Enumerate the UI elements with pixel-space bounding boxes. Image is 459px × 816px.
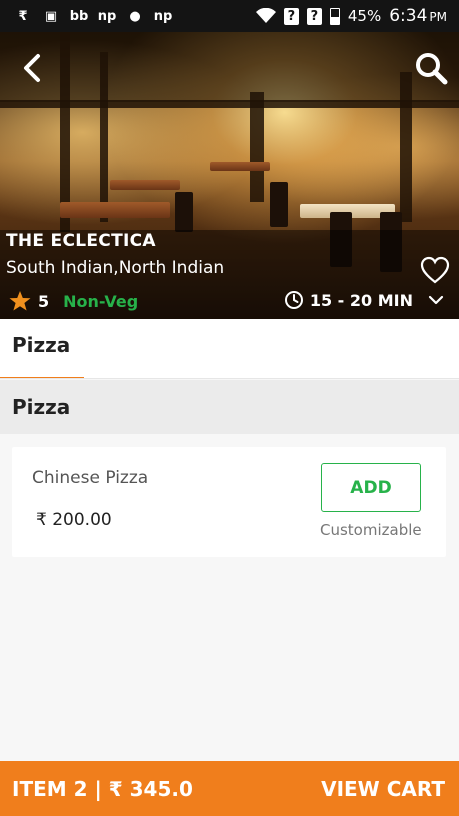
- star-icon: [9, 291, 31, 311]
- add-item-button[interactable]: ADD: [321, 463, 421, 512]
- search-icon: [416, 53, 448, 85]
- item-name: Chinese Pizza: [32, 468, 149, 488]
- item-price: ₹ 200.00: [36, 510, 112, 530]
- clock-icon: [284, 291, 303, 309]
- unknown-sim-icon: ?: [306, 7, 322, 25]
- status-left-icons: ₹ ▣ bb np ● np: [0, 8, 172, 24]
- circle-icon: ●: [129, 8, 141, 24]
- menu-tabs: Pizza: [0, 319, 459, 379]
- unknown-sim-icon: ?: [283, 7, 299, 25]
- pillar: [400, 72, 412, 222]
- cart-summary: ITEM 2 | ₹ 345.0: [12, 776, 193, 801]
- status-bar: ₹ ▣ bb np ● np ? ? 45% 6:34 PM: [0, 0, 459, 32]
- view-cart-button[interactable]: VIEW CART: [321, 777, 445, 801]
- dining-table: [60, 202, 170, 218]
- heart-icon: [420, 256, 450, 284]
- favorite-button[interactable]: [419, 254, 451, 286]
- back-button[interactable]: [14, 50, 50, 86]
- window-frame: [100, 52, 108, 222]
- rating-row: 5 Non-Veg: [8, 290, 138, 312]
- divider: [0, 378, 459, 379]
- battery-icon: [329, 7, 340, 25]
- image-icon: ▣: [44, 8, 58, 24]
- delivery-time-row[interactable]: 15 - 20 MIN: [284, 290, 445, 310]
- battery-percent: 45%: [347, 7, 382, 25]
- restaurant-name: THE ECLECTICA: [6, 231, 156, 251]
- chevron-left-icon: [24, 54, 40, 82]
- chair: [270, 182, 288, 227]
- delivery-time: 15 - 20 MIN: [309, 290, 413, 310]
- view-cart-bar[interactable]: ITEM 2 | ₹ 345.0 VIEW CART: [0, 761, 459, 816]
- pillar: [250, 92, 264, 202]
- clock-time: 6:34: [389, 6, 428, 26]
- notification-icon: ₹: [18, 8, 28, 24]
- customizable-label: Customizable: [320, 521, 422, 539]
- menu-section-header: Pizza: [0, 380, 459, 434]
- tab-pizza[interactable]: Pizza: [12, 333, 70, 357]
- food-type-label: Non-Veg: [63, 291, 139, 311]
- chevron-down-icon: [428, 295, 444, 305]
- rating-value: 5: [38, 291, 50, 311]
- dining-table: [110, 180, 180, 190]
- dining-table: [210, 162, 270, 171]
- status-right: ? ? 45% 6:34 PM: [255, 6, 459, 26]
- clock: 6:34 PM: [389, 6, 447, 26]
- np-icon: np: [153, 8, 173, 24]
- clock-ampm: PM: [429, 10, 447, 24]
- wifi-icon: [255, 8, 276, 23]
- bb-icon: bb: [69, 8, 89, 24]
- np-icon: np: [97, 8, 117, 24]
- chair: [175, 192, 193, 232]
- restaurant-cuisine: South Indian,North Indian: [6, 258, 225, 278]
- search-button[interactable]: [411, 48, 451, 88]
- menu-item-card: Chinese Pizza ₹ 200.00 ADD Customizable: [12, 447, 446, 557]
- restaurant-hero-image: THE ECLECTICA South Indian,North Indian …: [0, 32, 459, 319]
- section-title: Pizza: [12, 395, 71, 419]
